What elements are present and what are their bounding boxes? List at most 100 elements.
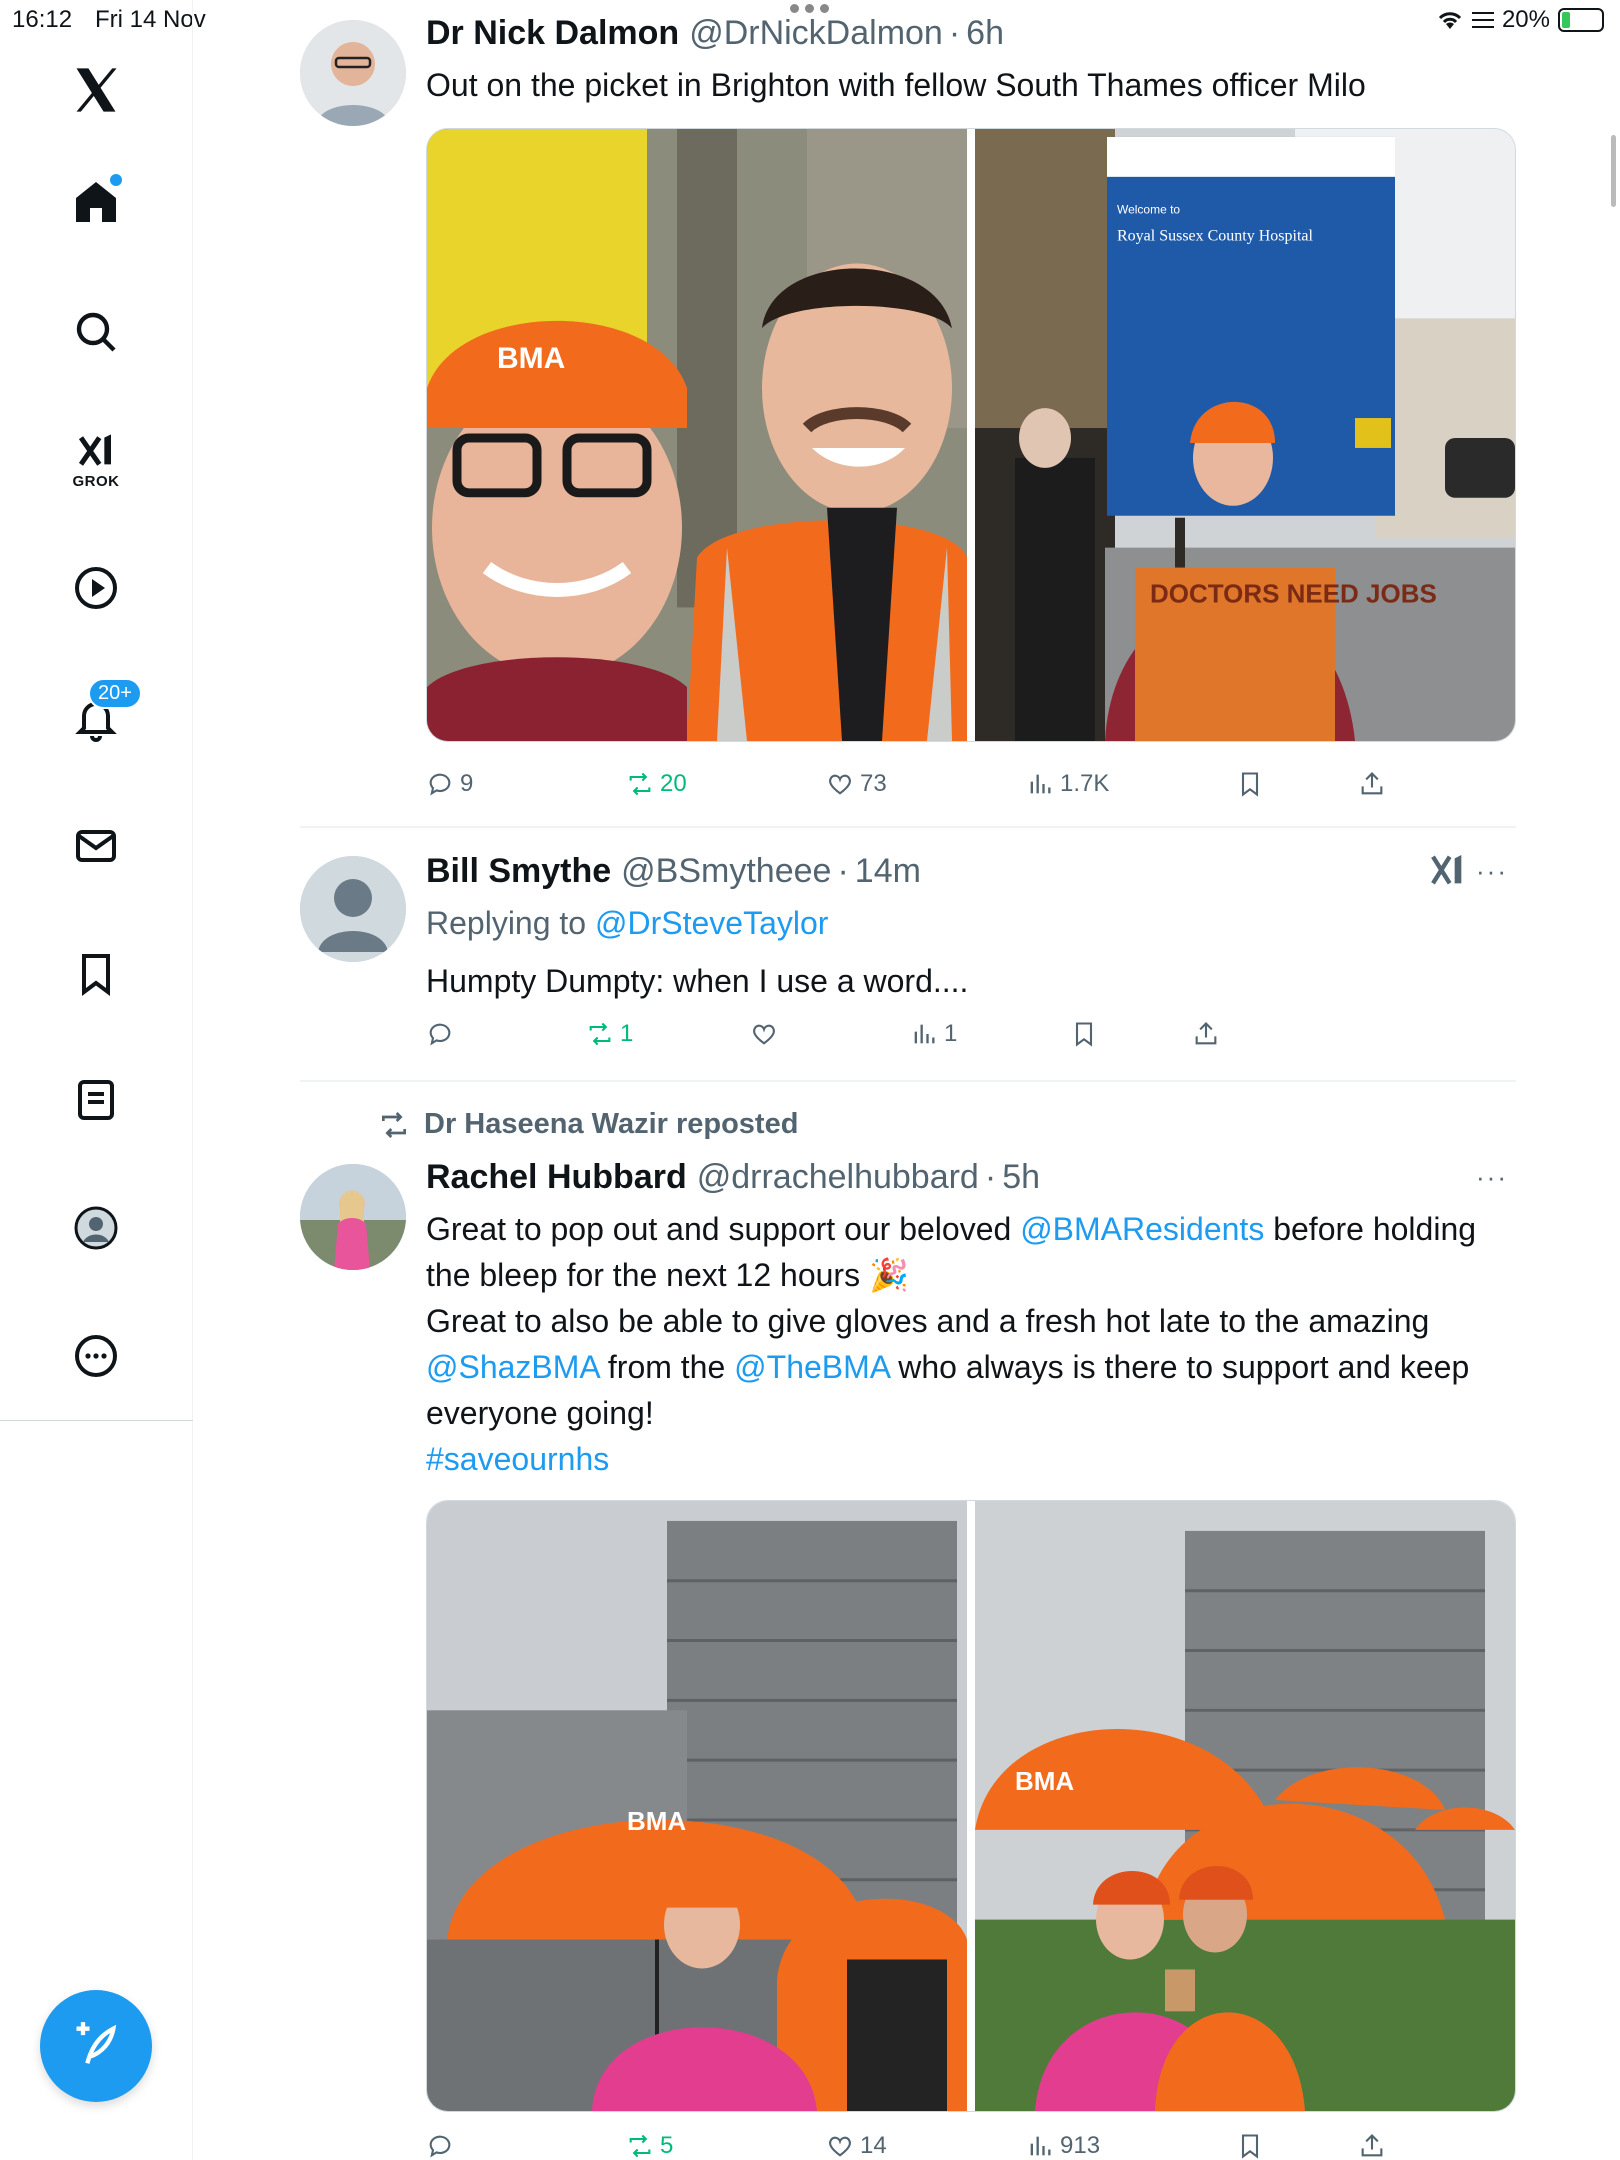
umbrella-photo-illustration: BMA [975, 1501, 1515, 2111]
avatar[interactable] [300, 20, 406, 126]
heart-icon [829, 774, 851, 795]
placard-text: DOCTORS NEED JOBS [1150, 580, 1437, 608]
post-text: Humpty Dumpty: when I use a word.... [426, 963, 969, 999]
post-header: Bill Smythe @BSmytheee · 14m [426, 852, 1516, 896]
nav-messages[interactable] [60, 810, 132, 882]
post-time[interactable]: 14m [855, 852, 921, 891]
views-button[interactable]: 1.7K [1026, 770, 1109, 798]
author-handle[interactable]: @drrachelhubbard [697, 1158, 979, 1197]
scrollbar[interactable] [1611, 135, 1616, 207]
media-image-hospital-sign[interactable]: Welcome to Royal Sussex County Hospital … [975, 129, 1515, 741]
mail-icon [76, 830, 116, 862]
like-button[interactable]: 73 [826, 770, 887, 798]
bookmark-button[interactable] [1236, 2132, 1264, 2160]
picket-illustration: Welcome to Royal Sussex County Hospital … [975, 129, 1515, 741]
mention-link[interactable]: @ShazBMA [426, 1349, 599, 1385]
share-button[interactable] [1358, 770, 1386, 798]
sidebar-divider [0, 1420, 193, 1421]
views-chart-icon [914, 1024, 935, 1044]
battery-icon [1558, 8, 1604, 32]
hashtag-link[interactable]: #saveournhs [426, 1441, 609, 1477]
post-actions: 1 1 [426, 1020, 1426, 1060]
nav-profile[interactable] [60, 1192, 132, 1264]
repost-count: 5 [660, 2132, 674, 2159]
views-chart-icon [1030, 2136, 1051, 2156]
views-count: 1.7K [1060, 770, 1110, 797]
views-button[interactable]: 1 [910, 1020, 957, 1048]
repost-button[interactable]: 1 [586, 1020, 633, 1048]
like-button[interactable] [750, 1020, 784, 1048]
default-avatar-icon [300, 856, 406, 962]
nav-home[interactable] [60, 166, 132, 238]
bookmark-button[interactable] [1070, 1020, 1098, 1048]
multitasking-dots-icon[interactable] [790, 4, 829, 13]
post-actions: 9 20 73 1.7K [426, 770, 1426, 810]
post-text-part: Great to also be able to give gloves and… [426, 1303, 1430, 1339]
post-time[interactable]: 6h [966, 14, 1004, 53]
sign-welcome-text: Welcome to [1117, 203, 1180, 217]
reply-button[interactable]: 9 [426, 770, 473, 798]
author-handle[interactable]: @DrNickDalmon [689, 14, 943, 53]
repost-context: Dr Haseena Wazir reposted [378, 1108, 798, 1141]
author-handle[interactable]: @BSmytheee [621, 852, 831, 891]
repost-icon [629, 2134, 651, 2158]
compose-post-button[interactable] [40, 1990, 152, 2102]
mention-link[interactable]: @BMAResidents [1020, 1211, 1264, 1247]
avatar[interactable] [300, 856, 406, 962]
separator-dot: · [948, 14, 961, 52]
bookmark-button[interactable] [1236, 770, 1264, 798]
author-name[interactable]: Dr Nick Dalmon [426, 14, 679, 53]
more-options-icon[interactable]: ··· [1476, 1162, 1508, 1193]
reply-button[interactable] [426, 1020, 460, 1048]
mention-link[interactable]: @TheBMA [734, 1349, 889, 1385]
share-button[interactable] [1358, 2132, 1386, 2160]
post-time[interactable]: 5h [1002, 1158, 1040, 1197]
nav-explore[interactable] [60, 296, 132, 368]
views-chart-icon [1030, 774, 1051, 794]
avatar-photo [300, 1164, 406, 1270]
post-header: Dr Nick Dalmon @DrNickDalmon · 6h [426, 14, 1516, 58]
like-count: 73 [860, 770, 887, 797]
nav-grok[interactable]: GROK [60, 424, 132, 496]
bookmark-icon [1075, 1022, 1093, 1047]
heart-icon [753, 1024, 775, 1045]
nav-notifications[interactable]: 20+ [60, 678, 142, 754]
like-button[interactable]: 14 [826, 2132, 887, 2160]
post-text-part: from the [599, 1349, 735, 1385]
media-image-selfie[interactable]: BMA [427, 129, 967, 741]
grok-icon [78, 433, 111, 466]
replying-handle-link[interactable]: @DrSteveTaylor [595, 905, 828, 941]
post-header: Rachel Hubbard @drrachelhubbard · 5h [426, 1158, 1516, 1202]
repost-button[interactable]: 20 [626, 770, 687, 798]
reposted-by-text[interactable]: Dr Haseena Wazir reposted [424, 1108, 798, 1141]
views-count: 913 [1060, 2132, 1101, 2159]
avatar[interactable] [300, 1164, 406, 1270]
views-count: 1 [944, 1020, 958, 1047]
reply-icon [429, 773, 451, 796]
x-logo[interactable] [60, 54, 132, 126]
repost-icon [589, 1022, 611, 1046]
media-image-umbrella-1[interactable]: BMA [427, 1501, 967, 2111]
grok-label: GROK [72, 472, 120, 490]
media-image-umbrella-2[interactable]: BMA [975, 1501, 1515, 2111]
umbrella-text: BMA [627, 1808, 686, 1836]
avatar-photo [300, 20, 406, 126]
nav-bookmarks[interactable] [60, 938, 132, 1010]
like-count: 14 [860, 2132, 887, 2159]
play-circle-icon [75, 567, 117, 609]
nav-video[interactable] [60, 552, 132, 624]
repost-button[interactable]: 5 [626, 2132, 673, 2160]
share-button[interactable] [1192, 1020, 1220, 1048]
grok-icon[interactable] [1428, 850, 1468, 890]
author-name[interactable]: Bill Smythe [426, 852, 611, 891]
more-options-icon[interactable]: ··· [1476, 856, 1508, 887]
hat-text: BMA [497, 342, 565, 375]
views-button[interactable]: 913 [1026, 2132, 1100, 2160]
share-icon [1195, 1022, 1217, 1045]
author-name[interactable]: Rachel Hubbard [426, 1158, 687, 1197]
nav-lists[interactable] [60, 1064, 132, 1136]
nav-more[interactable] [60, 1320, 132, 1392]
reply-button[interactable] [426, 2132, 460, 2160]
home-unread-dot [110, 174, 122, 186]
share-icon [1361, 772, 1383, 795]
